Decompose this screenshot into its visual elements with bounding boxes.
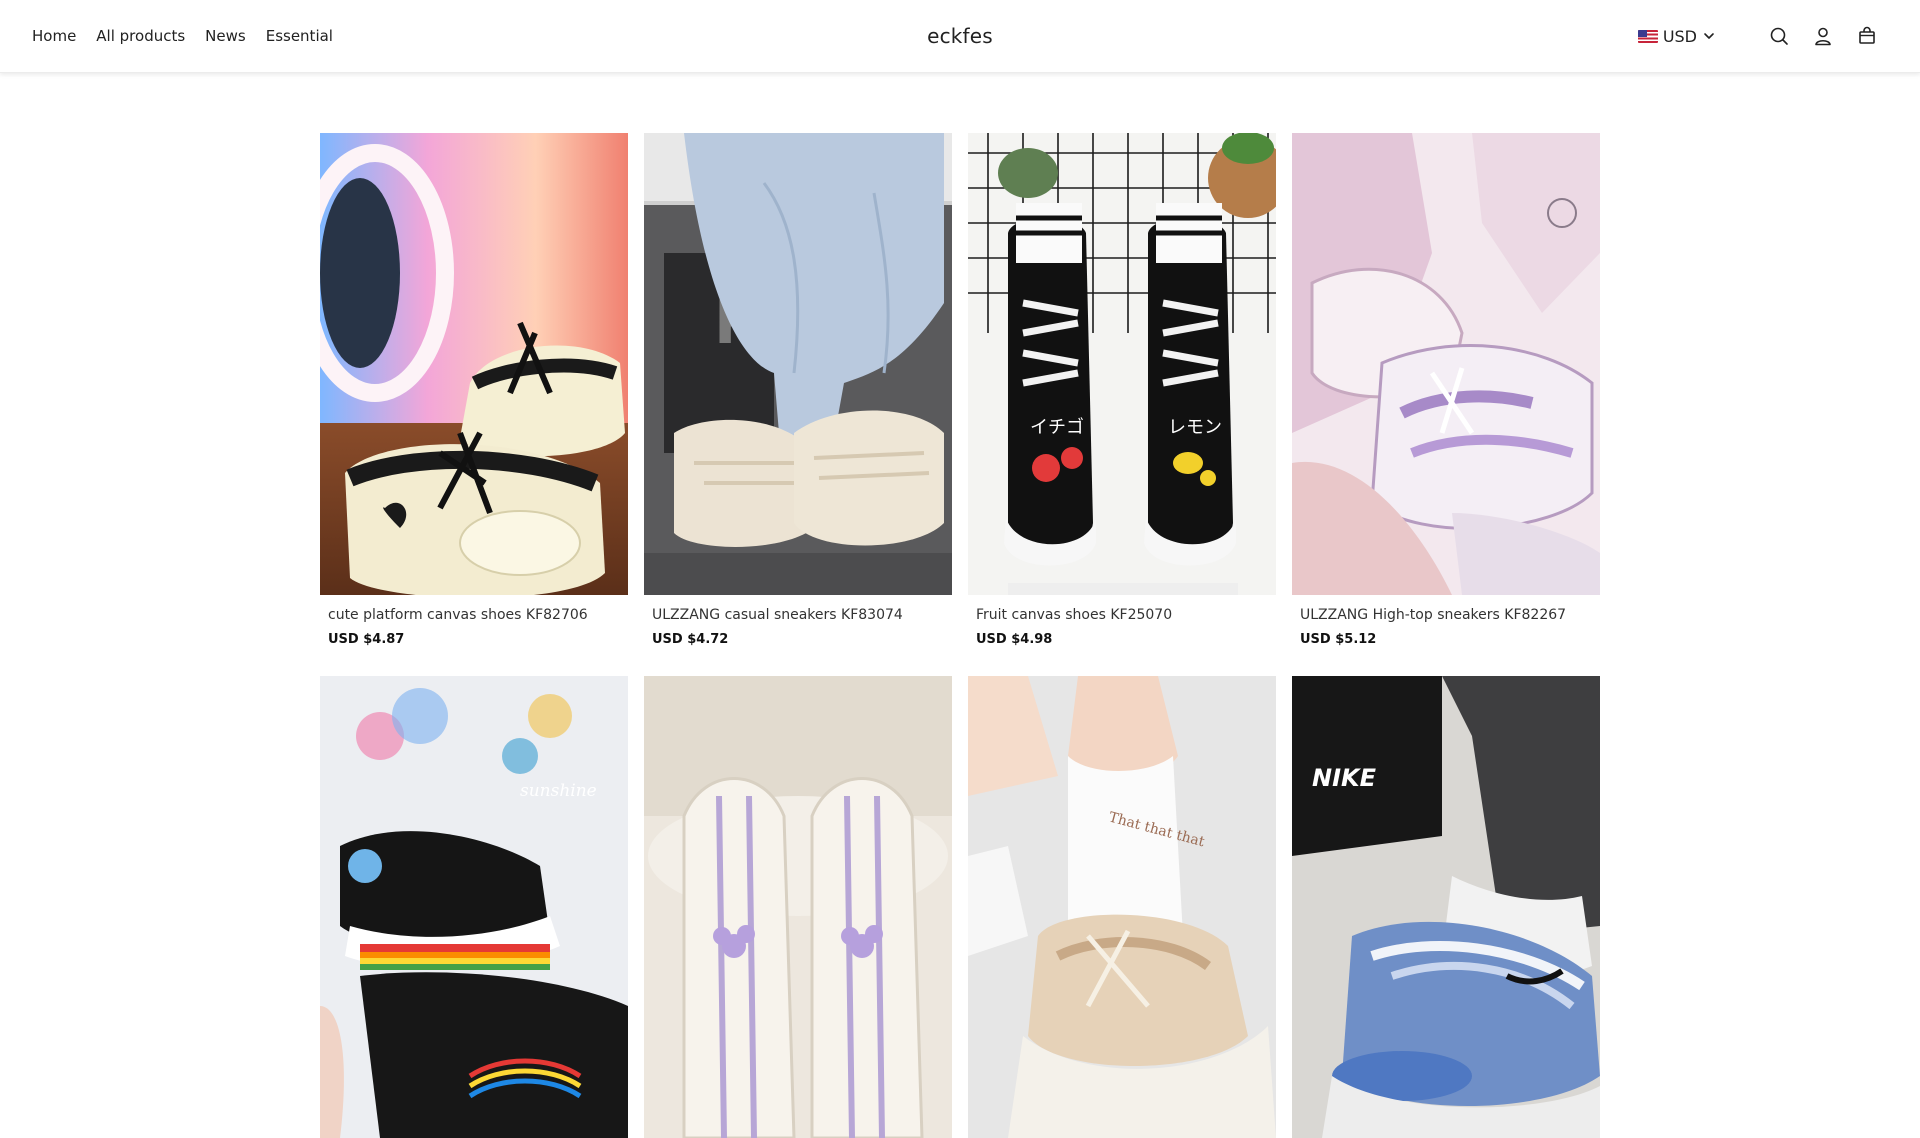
product-card[interactable]: R ULZZANG casual sneakers KF83074 USD $4… [644,133,952,647]
chunky-dad-sneakers-image: That that that [968,676,1276,1138]
nav-news[interactable]: News [205,27,246,45]
flower-slip-on-image [644,676,952,1138]
casual-sneakers-image: R [644,133,952,595]
product-title[interactable]: ULZZANG casual sneakers KF83074 [644,607,952,623]
header-tools: USD [1637,0,1878,72]
nav-essential[interactable]: Essential [266,27,333,45]
product-card[interactable]: sunshine [320,676,628,1138]
chevron-down-icon [1704,33,1714,39]
product-image[interactable]: NIKE [1292,676,1600,1138]
product-title[interactable]: Fruit canvas shoes KF25070 [968,607,1276,623]
bag-brand-text: NIKE [1312,764,1377,792]
fruit-text-left: イチゴ [1030,417,1084,438]
product-price: USD $5.12 [1300,632,1377,647]
product-image[interactable]: R [644,133,952,595]
product-price: USD $4.87 [328,632,405,647]
currency-selector[interactable]: USD [1637,26,1716,46]
high-top-sneakers-image [1292,133,1600,595]
product-image[interactable] [320,133,628,595]
product-card[interactable] [644,676,952,1138]
brand-logo[interactable]: eckfes [927,24,993,48]
rainbow-high-top-image: sunshine [320,676,628,1138]
us-flag-icon [1637,29,1658,43]
platform-canvas-shoes-image [320,133,628,595]
sunshine-text: sunshine [520,781,597,801]
product-card[interactable]: cute platform canvas shoes KF82706 USD $… [320,133,628,647]
product-image[interactable]: sunshine [320,676,628,1138]
fruit-text-right: レモン [1168,417,1222,438]
account-button[interactable] [1812,25,1834,47]
product-image[interactable] [644,676,952,1138]
product-title[interactable]: ULZZANG High-top sneakers KF82267 [1292,607,1600,623]
blue-air-sneakers-image: NIKE [1292,676,1600,1138]
product-title[interactable]: cute platform canvas shoes KF82706 [320,607,628,623]
site-header: Home All products News Essential eckfes … [0,0,1920,73]
nav-all-products[interactable]: All products [96,27,185,45]
product-price: USD $4.98 [976,632,1053,647]
product-card[interactable]: イチゴ レモン Fruit canvas shoes KF25070 USD $… [968,133,1276,647]
cart-button[interactable] [1856,25,1878,47]
product-card[interactable]: ULZZANG High-top sneakers KF82267 USD $5… [1292,133,1600,647]
currency-label: USD [1662,26,1697,46]
search-icon [1770,27,1788,45]
cart-icon [1859,26,1875,44]
product-card[interactable]: That that that [968,676,1276,1138]
account-icon [1815,27,1831,46]
main-nav: Home All products News Essential [32,0,333,72]
fruit-canvas-shoes-image: イチゴ レモン [968,133,1276,595]
nav-home[interactable]: Home [32,27,76,45]
search-button[interactable] [1768,25,1790,47]
product-image[interactable]: That that that [968,676,1276,1138]
product-price: USD $4.72 [652,632,729,647]
product-image[interactable]: イチゴ レモン [968,133,1276,595]
product-image[interactable] [1292,133,1600,595]
product-card[interactable]: NIKE [1292,676,1600,1138]
